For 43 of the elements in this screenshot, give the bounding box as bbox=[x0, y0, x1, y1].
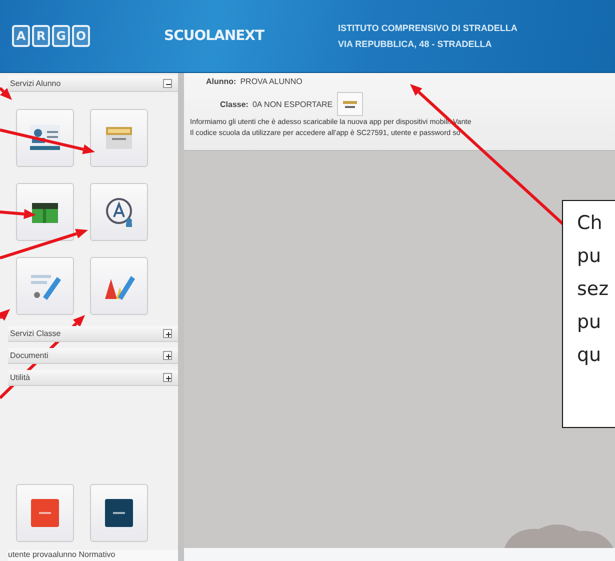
menu-tile[interactable] bbox=[16, 109, 74, 167]
school-info: VIA REPUBBLICA, 48 - STRADELLA bbox=[338, 39, 493, 49]
callout-text: qu bbox=[577, 345, 602, 366]
section-header[interactable]: Servizi Classe bbox=[8, 326, 178, 342]
menu-tile[interactable] bbox=[90, 109, 148, 167]
expand-button[interactable] bbox=[163, 351, 172, 360]
field-value: PROVA ALUNNO bbox=[240, 77, 302, 86]
field-label: Classe: bbox=[220, 100, 248, 108]
section-header[interactable]: Utilità bbox=[8, 370, 178, 386]
menu-tile[interactable] bbox=[90, 257, 148, 315]
plus-icon bbox=[164, 330, 171, 339]
app-icon bbox=[105, 499, 133, 527]
collapse-button[interactable] bbox=[163, 79, 172, 88]
app-name: SCUOLANEXT bbox=[164, 28, 264, 44]
school-info: ISTITUTO COMPRENSIVO DI STRADELLA bbox=[338, 23, 518, 33]
menu-tile[interactable] bbox=[90, 183, 148, 241]
plus-icon bbox=[164, 374, 171, 383]
section-header[interactable]: Servizi Alunno bbox=[8, 76, 178, 92]
section-title: Servizi Classe bbox=[10, 329, 61, 338]
shortcut-tile[interactable] bbox=[16, 484, 74, 542]
class-button[interactable] bbox=[336, 92, 363, 116]
plus-icon bbox=[164, 352, 171, 361]
callout-text: Ch bbox=[577, 213, 604, 234]
section-title: Servizi Alunno bbox=[10, 79, 61, 88]
callout-text: pu bbox=[577, 312, 602, 333]
callout-text: sez bbox=[577, 279, 610, 300]
section-title: Utilità bbox=[10, 373, 30, 382]
app-icon bbox=[31, 499, 59, 527]
annotation-arrow bbox=[0, 86, 12, 100]
folder-icon bbox=[342, 100, 358, 108]
argo-logo: A R G O bbox=[12, 25, 90, 47]
field-label: Alunno: bbox=[206, 77, 236, 86]
callout-text: pu bbox=[577, 246, 602, 267]
user-info: utente provaalunno Normativo bbox=[8, 550, 178, 561]
field-value: 0A NON ESPORTARE bbox=[252, 100, 333, 108]
menu-tile[interactable] bbox=[16, 257, 74, 315]
menu-tile[interactable] bbox=[16, 183, 74, 241]
expand-button[interactable] bbox=[163, 329, 172, 338]
expand-button[interactable] bbox=[163, 373, 172, 382]
section-header[interactable]: Documenti bbox=[8, 348, 178, 364]
section-title: Documenti bbox=[10, 351, 48, 360]
annotation-arrow bbox=[0, 209, 36, 219]
shortcut-tile[interactable] bbox=[90, 484, 148, 542]
